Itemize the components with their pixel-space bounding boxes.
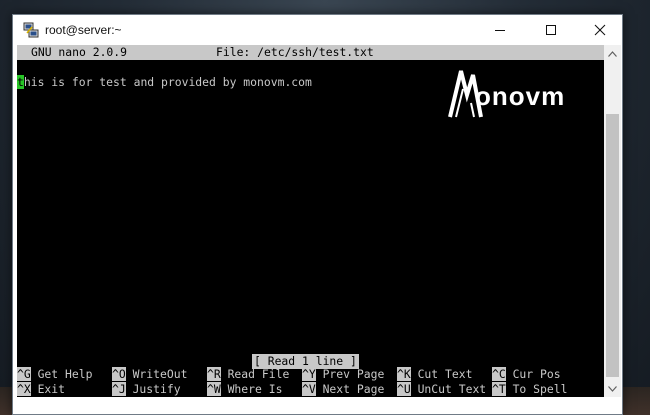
monovm-logo-text: onovm — [475, 81, 566, 111]
shortcut-key: ^U — [397, 382, 411, 396]
shortcut-label: Read File — [220, 367, 290, 381]
shortcut-item: ^X Exit — [17, 382, 65, 397]
shortcut-key: ^V — [302, 382, 316, 396]
shortcut-label: To Spell — [505, 382, 568, 396]
shortcut-label: Cut Text — [410, 367, 473, 381]
scrollbar-thumb[interactable] — [606, 114, 619, 377]
shortcut-key: ^J — [112, 382, 126, 396]
scroll-down-button[interactable] — [604, 380, 621, 397]
shortcut-label: Justify — [125, 382, 181, 396]
nano-filename: File: /etc/ssh/test.txt — [216, 45, 374, 59]
maximize-button[interactable] — [529, 15, 573, 45]
shortcut-label: Prev Page — [315, 367, 385, 381]
text-cursor: t — [17, 75, 24, 89]
shortcut-item: ^K Cut Text — [397, 367, 472, 382]
shortcut-item: ^U UnCut Text — [397, 382, 486, 397]
chevron-up-icon — [608, 50, 617, 57]
terminal-area[interactable]: GNU nano 2.0.9 File: /etc/ssh/test.txt t… — [17, 45, 604, 397]
nano-version: GNU nano 2.0.9 — [31, 45, 128, 59]
shortcut-key: ^G — [17, 367, 31, 381]
shortcut-label: Exit — [30, 382, 66, 396]
window-title: root@server:~ — [45, 23, 122, 37]
shortcut-item: ^R Read File — [207, 367, 289, 382]
shortcut-item: ^T To Spell — [492, 382, 567, 397]
shortcut-item: ^C Cur Pos — [492, 367, 561, 382]
shortcut-key: ^X — [17, 382, 31, 396]
file-content-line[interactable]: this is for test and provided by monovm.… — [17, 75, 312, 90]
shortcut-label: Get Help — [30, 367, 93, 381]
shortcut-key: ^K — [397, 367, 411, 381]
shortcut-label: Next Page — [315, 382, 385, 396]
file-content-text: his is for test and provided by monovm.c… — [23, 75, 312, 89]
maximize-icon — [546, 25, 556, 35]
shortcut-key: ^R — [207, 367, 221, 381]
shortcut-item: ^O WriteOut — [112, 367, 187, 382]
shortcut-key: ^Y — [302, 367, 316, 381]
close-button[interactable] — [578, 15, 622, 45]
putty-icon — [23, 22, 39, 38]
shortcut-item: ^J Justify — [112, 382, 181, 397]
putty-window: root@server:~ GNU nano 2.0.9 File: /etc/… — [12, 14, 623, 415]
shortcut-key: ^C — [492, 367, 506, 381]
title-bar[interactable]: root@server:~ — [13, 15, 622, 45]
chevron-down-icon — [608, 385, 617, 392]
shortcut-label: UnCut Text — [410, 382, 487, 396]
close-icon — [594, 24, 606, 36]
shortcut-key: ^T — [492, 382, 506, 396]
minimize-button[interactable] — [478, 15, 522, 45]
shortcut-label: Where Is — [220, 382, 283, 396]
shortcut-item: ^W Where Is — [207, 382, 282, 397]
scroll-up-button[interactable] — [604, 45, 621, 62]
vertical-scrollbar[interactable] — [604, 45, 621, 397]
minimize-icon — [495, 30, 505, 31]
shortcut-key: ^W — [207, 382, 221, 396]
shortcut-label: Cur Pos — [505, 367, 561, 381]
shortcut-label: WriteOut — [125, 367, 188, 381]
shortcut-item: ^Y Prev Page — [302, 367, 384, 382]
nano-header: GNU nano 2.0.9 File: /etc/ssh/test.txt — [17, 45, 604, 60]
shortcut-item: ^V Next Page — [302, 382, 384, 397]
shortcut-item: ^G Get Help — [17, 367, 92, 382]
monovm-logo: onovm — [447, 65, 597, 125]
shortcut-key: ^O — [112, 367, 126, 381]
